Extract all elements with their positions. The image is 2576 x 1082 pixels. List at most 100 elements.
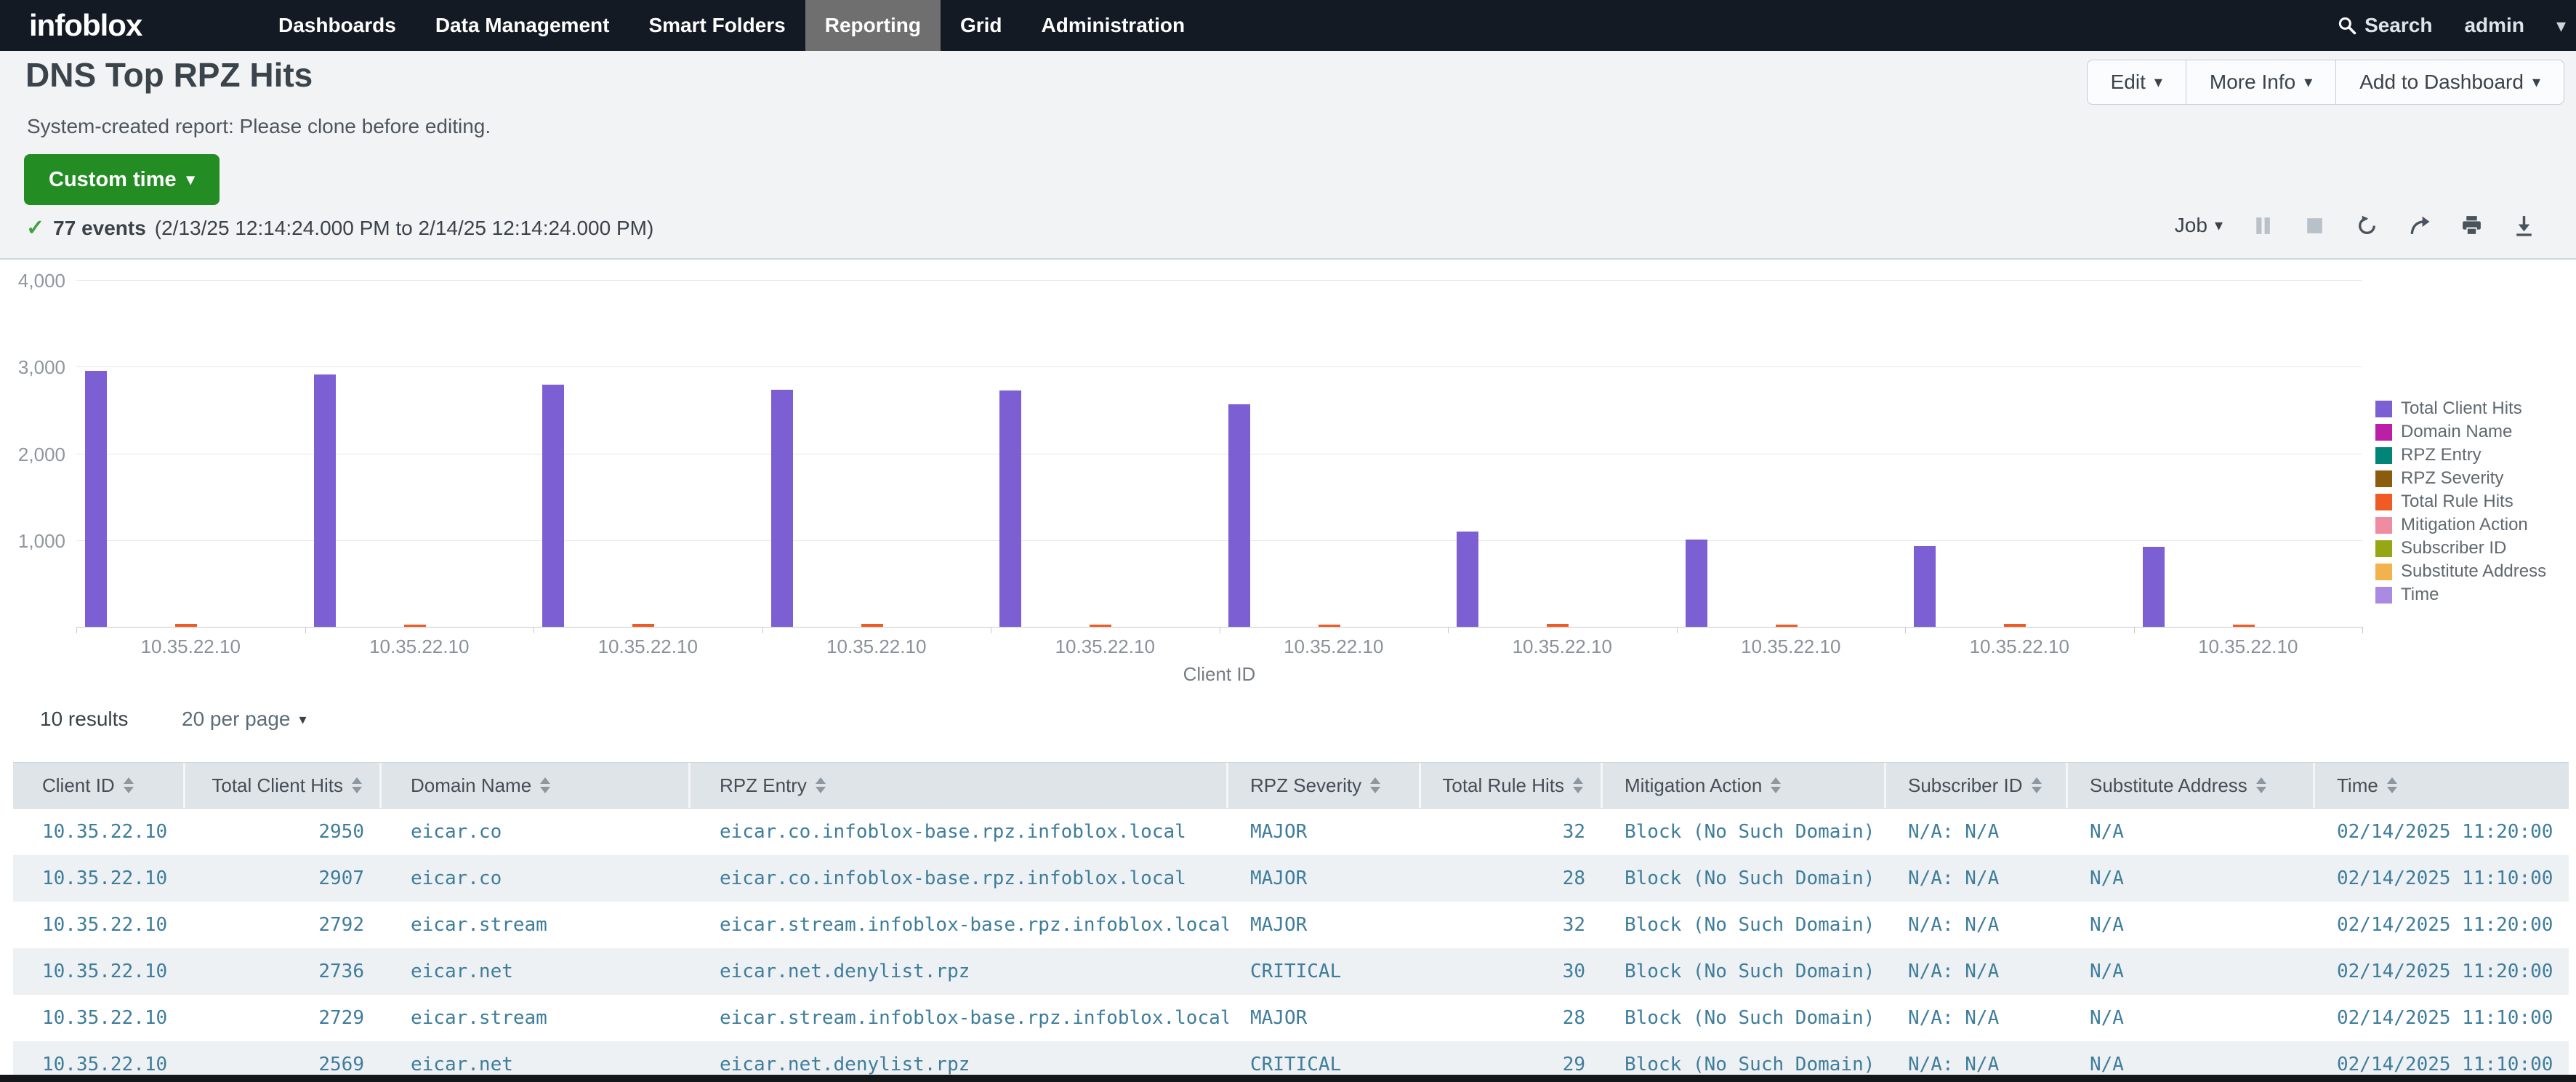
bar-total-rule-hits[interactable] <box>404 625 426 627</box>
cell-total-rule-hits[interactable]: 28 <box>1421 855 1603 902</box>
cell-total-rule-hits[interactable]: 32 <box>1421 809 1603 855</box>
column-header-client-id[interactable]: Client ID <box>13 763 185 808</box>
cell-mitigation-action[interactable]: Block (No Such Domain) <box>1603 948 1886 995</box>
cell-time[interactable]: 02/14/2025 11:20:00 <box>2315 902 2569 948</box>
cell-client-id[interactable]: 10.35.22.10 <box>13 995 185 1041</box>
cell-rpz-severity[interactable]: MAJOR <box>1228 855 1421 902</box>
per-page-dropdown[interactable]: 20 per page ▾ <box>182 708 307 731</box>
column-header-rpz-severity[interactable]: RPZ Severity <box>1228 763 1421 808</box>
export-icon[interactable] <box>2511 212 2537 239</box>
bar-total-rule-hits[interactable] <box>1776 625 1798 627</box>
cell-mitigation-action[interactable]: Block (No Such Domain) <box>1603 855 1886 902</box>
job-menu[interactable]: Job ▾ <box>2175 214 2223 237</box>
cell-rpz-severity[interactable]: MAJOR <box>1228 995 1421 1041</box>
bar-total-rule-hits[interactable] <box>2004 624 2026 627</box>
cell-rpz-entry[interactable]: eicar.stream.infoblox-base.rpz.infoblox.… <box>691 902 1228 948</box>
legend-item-total-rule-hits[interactable]: Total Rule Hits <box>2375 492 2546 512</box>
cell-mitigation-action[interactable]: Block (No Such Domain) <box>1603 995 1886 1041</box>
legend-item-substitute-address[interactable]: Substitute Address <box>2375 561 2546 582</box>
legend-item-rpz-entry[interactable]: RPZ Entry <box>2375 445 2546 465</box>
legend-item-time[interactable]: Time <box>2375 585 2546 605</box>
legend-item-total-client-hits[interactable]: Total Client Hits <box>2375 398 2546 419</box>
cell-rpz-entry[interactable]: eicar.net.denylist.rpz <box>691 948 1228 995</box>
column-header-substitute-address[interactable]: Substitute Address <box>2068 763 2315 808</box>
cell-total-client-hits[interactable]: 2792 <box>185 902 382 948</box>
cell-rpz-entry[interactable]: eicar.co.infoblox-base.rpz.infoblox.loca… <box>691 855 1228 902</box>
print-icon[interactable] <box>2458 212 2484 239</box>
cell-domain-name[interactable]: eicar.net <box>382 948 691 995</box>
cell-rpz-severity[interactable]: CRITICAL <box>1228 948 1421 995</box>
cell-client-id[interactable]: 10.35.22.10 <box>13 948 185 995</box>
bar-total-rule-hits[interactable] <box>175 624 197 627</box>
cell-rpz-severity[interactable]: MAJOR <box>1228 902 1421 948</box>
column-header-total-rule-hits[interactable]: Total Rule Hits <box>1421 763 1603 808</box>
legend-item-domain-name[interactable]: Domain Name <box>2375 422 2546 442</box>
cell-time[interactable]: 02/14/2025 11:10:00 <box>2315 995 2569 1041</box>
bar-total-client-hits[interactable] <box>771 390 793 627</box>
cell-time[interactable]: 02/14/2025 11:20:00 <box>2315 948 2569 995</box>
cell-mitigation-action[interactable]: Block (No Such Domain) <box>1603 902 1886 948</box>
legend-item-mitigation-action[interactable]: Mitigation Action <box>2375 515 2546 535</box>
nav-item-reporting[interactable]: Reporting <box>805 0 941 51</box>
cell-domain-name[interactable]: eicar.co <box>382 855 691 902</box>
bar-total-rule-hits[interactable] <box>861 624 883 627</box>
nav-item-grid[interactable]: Grid <box>941 0 1022 51</box>
nav-item-administration[interactable]: Administration <box>1022 0 1205 51</box>
nav-item-smart-folders[interactable]: Smart Folders <box>629 0 805 51</box>
bar-total-client-hits[interactable] <box>542 385 564 627</box>
bar-total-rule-hits[interactable] <box>2233 625 2255 627</box>
column-header-domain-name[interactable]: Domain Name <box>382 763 691 808</box>
column-header-mitigation-action[interactable]: Mitigation Action <box>1603 763 1886 808</box>
bar-total-rule-hits[interactable] <box>632 624 654 627</box>
cell-substitute-address[interactable]: N/A <box>2068 809 2315 855</box>
cell-total-client-hits[interactable]: 2950 <box>185 809 382 855</box>
cell-time[interactable]: 02/14/2025 11:10:00 <box>2315 855 2569 902</box>
bar-total-client-hits[interactable] <box>2143 547 2165 627</box>
cell-subscriber-id[interactable]: N/A: N/A <box>1886 995 2068 1041</box>
time-range-button[interactable]: Custom time ▾ <box>24 154 220 205</box>
cell-total-client-hits[interactable]: 2729 <box>185 995 382 1041</box>
nav-item-dashboards[interactable]: Dashboards <box>259 0 416 51</box>
cell-subscriber-id[interactable]: N/A: N/A <box>1886 948 2068 995</box>
cell-substitute-address[interactable]: N/A <box>2068 948 2315 995</box>
column-header-time[interactable]: Time <box>2315 763 2569 808</box>
bar-total-client-hits[interactable] <box>999 390 1021 627</box>
bar-total-rule-hits[interactable] <box>1547 624 1569 627</box>
column-header-subscriber-id[interactable]: Subscriber ID <box>1886 763 2068 808</box>
cell-substitute-address[interactable]: N/A <box>2068 902 2315 948</box>
column-header-rpz-entry[interactable]: RPZ Entry <box>691 763 1228 808</box>
cell-domain-name[interactable]: eicar.co <box>382 809 691 855</box>
cell-total-client-hits[interactable]: 2907 <box>185 855 382 902</box>
column-header-total-client-hits[interactable]: Total Client Hits <box>185 763 382 808</box>
cell-client-id[interactable]: 10.35.22.10 <box>13 855 185 902</box>
cell-domain-name[interactable]: eicar.stream <box>382 902 691 948</box>
bar-total-client-hits[interactable] <box>1457 532 1478 627</box>
cell-substitute-address[interactable]: N/A <box>2068 995 2315 1041</box>
bar-total-client-hits[interactable] <box>314 374 336 627</box>
cell-total-rule-hits[interactable]: 28 <box>1421 995 1603 1041</box>
cell-subscriber-id[interactable]: N/A: N/A <box>1886 809 2068 855</box>
cell-time[interactable]: 02/14/2025 11:20:00 <box>2315 809 2569 855</box>
global-search[interactable]: Search <box>2337 14 2432 37</box>
cell-subscriber-id[interactable]: N/A: N/A <box>1886 855 2068 902</box>
user-menu[interactable]: admin <box>2464 14 2524 37</box>
add-to-dashboard-button[interactable]: Add to Dashboard▾ <box>2335 60 2564 105</box>
cell-rpz-severity[interactable]: MAJOR <box>1228 809 1421 855</box>
bar-total-client-hits[interactable] <box>1686 540 1707 627</box>
cell-total-rule-hits[interactable]: 30 <box>1421 948 1603 995</box>
bar-total-rule-hits[interactable] <box>1319 625 1340 627</box>
cell-total-client-hits[interactable]: 2736 <box>185 948 382 995</box>
cell-total-rule-hits[interactable]: 32 <box>1421 902 1603 948</box>
user-menu-caret-icon[interactable]: ▾ <box>2556 15 2566 37</box>
cell-substitute-address[interactable]: N/A <box>2068 855 2315 902</box>
bar-total-rule-hits[interactable] <box>1090 625 1111 627</box>
nav-item-data-management[interactable]: Data Management <box>416 0 629 51</box>
legend-item-rpz-severity[interactable]: RPZ Severity <box>2375 468 2546 489</box>
bar-total-client-hits[interactable] <box>85 371 107 627</box>
share-icon[interactable] <box>2406 212 2432 239</box>
edit-button[interactable]: Edit▾ <box>2087 60 2186 105</box>
bar-total-client-hits[interactable] <box>1914 546 1936 627</box>
more-info-button[interactable]: More Info▾ <box>2186 60 2336 105</box>
cell-rpz-entry[interactable]: eicar.stream.infoblox-base.rpz.infoblox.… <box>691 995 1228 1041</box>
reload-icon[interactable] <box>2354 212 2380 239</box>
